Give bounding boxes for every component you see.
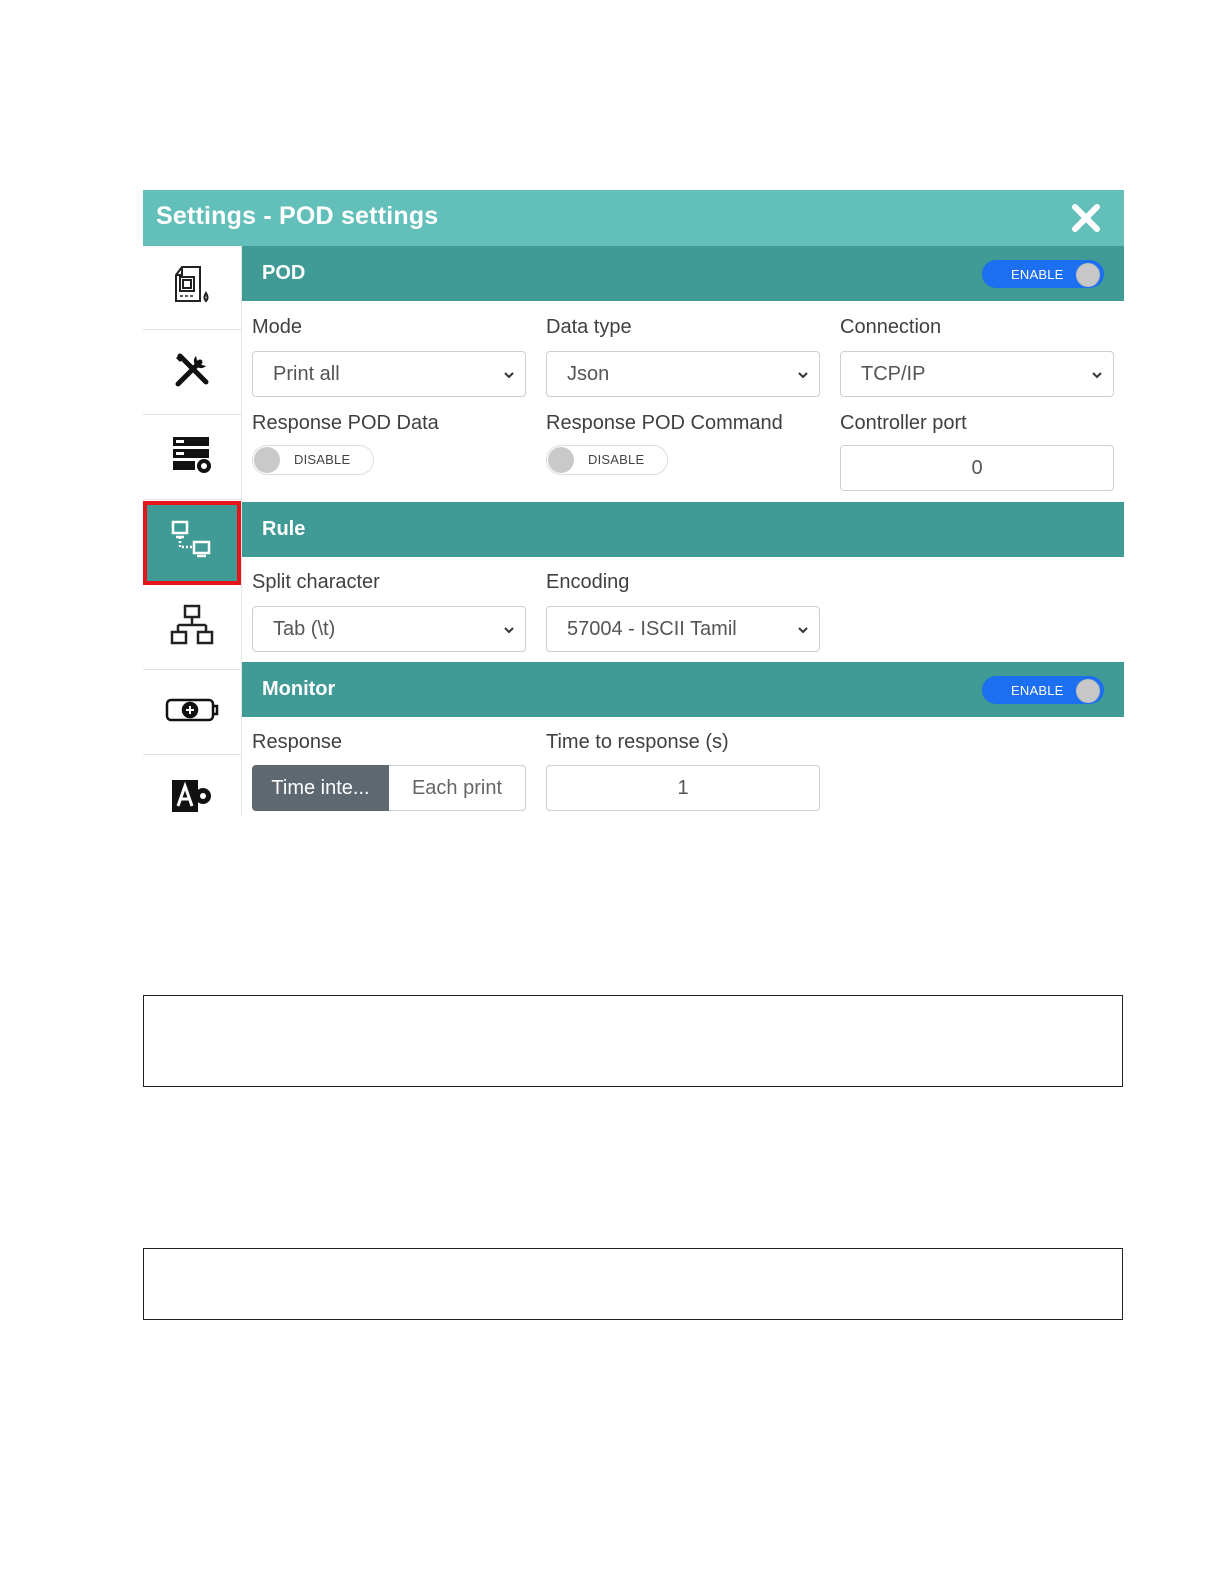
hierarchy-icon — [170, 603, 214, 652]
split-character-label: Split character — [252, 571, 380, 593]
monitor-section-title: Monitor — [262, 678, 336, 700]
encoding-label: Encoding — [546, 571, 630, 593]
split-character-select[interactable]: Tab (\t) — [252, 606, 526, 652]
controller-port-input[interactable]: 0 — [840, 445, 1114, 491]
pod-section-title: POD — [262, 262, 306, 284]
sidebar-item-battery[interactable] — [143, 671, 241, 755]
response-option-label: Time inte... — [271, 777, 370, 799]
encoding-select[interactable]: 57004 - ISCII Tamil — [546, 606, 820, 652]
tools-icon — [172, 350, 212, 395]
battery-add-icon — [164, 695, 220, 730]
printer-ink-icon — [170, 263, 214, 312]
monitor-enable-toggle[interactable]: ENABLE — [982, 676, 1104, 704]
sidebar-item-language[interactable] — [143, 756, 241, 816]
pod-enable-toggle[interactable]: ENABLE — [982, 260, 1104, 288]
chevron-down-icon — [798, 372, 808, 379]
time-to-response-label: Time to response (s) — [546, 731, 729, 753]
encoding-value: 57004 - ISCII Tamil — [567, 618, 737, 640]
data-type-select[interactable]: Json — [546, 351, 820, 397]
connection-label: Connection — [840, 316, 942, 338]
settings-content: POD ENABLE Mode Print all Data type Json… — [242, 246, 1124, 816]
mode-value: Print all — [273, 363, 340, 385]
toggle-knob — [1076, 263, 1100, 287]
data-type-value: Json — [567, 363, 610, 385]
settings-sidebar — [143, 246, 242, 816]
sidebar-item-hierarchy[interactable] — [143, 586, 241, 670]
monitor-section-header: Monitor ENABLE — [242, 662, 1124, 717]
translate-settings-icon — [170, 774, 214, 817]
time-to-response-input[interactable]: 1 — [546, 765, 820, 811]
response-pod-data-toggle[interactable]: DISABLE — [252, 445, 374, 475]
mode-label: Mode — [252, 316, 303, 338]
response-option-label: Each print — [411, 777, 503, 799]
settings-dialog: Settings - POD settings POD ENABLE Mode … — [143, 190, 1124, 816]
response-pod-command-label: Response POD Command — [546, 412, 783, 434]
dialog-title: Settings - POD settings — [156, 202, 439, 230]
toggle-knob — [1076, 679, 1100, 703]
controller-port-label: Controller port — [840, 412, 967, 434]
pod-section-header: POD ENABLE — [242, 246, 1124, 301]
mode-select[interactable]: Print all — [252, 351, 526, 397]
rule-section-title: Rule — [262, 518, 306, 540]
monitor-toggle-label: ENABLE — [1011, 683, 1064, 698]
sidebar-item-tools[interactable] — [143, 331, 241, 415]
response-pod-data-toggle-label: DISABLE — [294, 452, 351, 467]
dialog-title-bar: Settings - POD settings — [143, 190, 1124, 246]
chevron-down-icon — [504, 627, 514, 634]
pod-toggle-label: ENABLE — [1011, 267, 1064, 282]
response-option-each-print[interactable]: Each print — [389, 765, 526, 811]
toggle-knob — [548, 447, 574, 473]
sidebar-item-server-settings[interactable] — [143, 416, 241, 500]
response-pod-data-label: Response POD Data — [252, 412, 439, 434]
chevron-down-icon — [1092, 372, 1102, 379]
chevron-down-icon — [798, 627, 808, 634]
response-pod-command-toggle[interactable]: DISABLE — [546, 445, 668, 475]
connection-select[interactable]: TCP/IP — [840, 351, 1114, 397]
split-character-value: Tab (\t) — [273, 618, 336, 640]
connection-value: TCP/IP — [861, 363, 926, 385]
chevron-down-icon — [504, 372, 514, 379]
sidebar-item-network[interactable] — [143, 501, 241, 585]
toggle-knob — [254, 447, 280, 473]
data-type-label: Data type — [546, 316, 632, 338]
network-computers-icon — [170, 518, 214, 567]
response-option-time-interval[interactable]: Time inte... — [252, 765, 389, 811]
empty-box — [143, 995, 1123, 1087]
close-icon[interactable] — [1070, 202, 1102, 234]
server-settings-icon — [171, 434, 213, 481]
rule-section-header: Rule — [242, 502, 1124, 557]
sidebar-item-printer[interactable] — [143, 246, 241, 330]
empty-box — [143, 1248, 1123, 1320]
response-pod-command-toggle-label: DISABLE — [588, 452, 645, 467]
response-label: Response — [252, 731, 343, 753]
